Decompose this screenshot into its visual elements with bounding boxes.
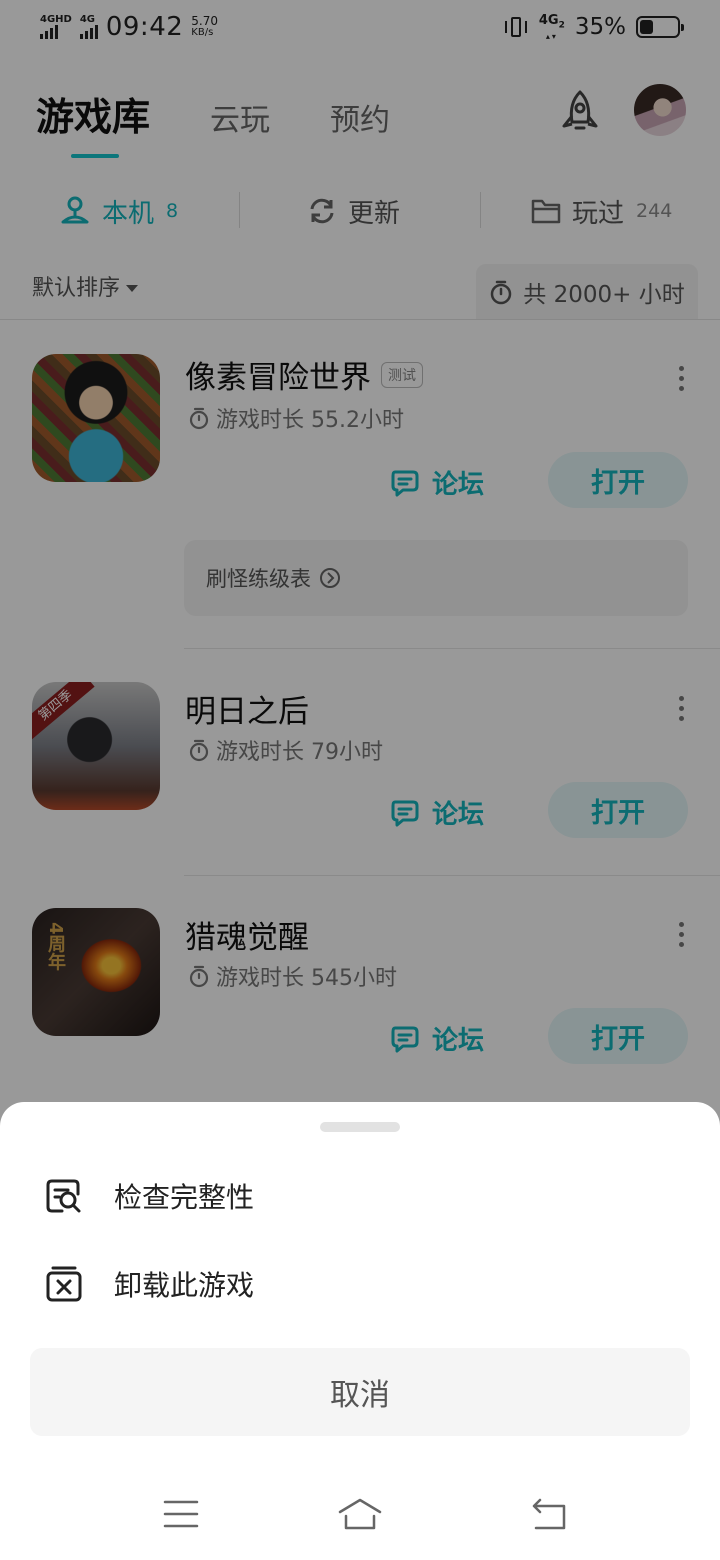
- home-icon[interactable]: [336, 1494, 384, 1534]
- check-integrity-icon: [46, 1179, 81, 1213]
- uninstall-icon: [46, 1266, 82, 1302]
- bottom-sheet: 检查完整性 卸载此游戏 取消: [0, 1102, 720, 1560]
- menu-icon[interactable]: [161, 1494, 201, 1534]
- cancel-button[interactable]: 取消: [30, 1348, 690, 1436]
- drag-handle[interactable]: [320, 1122, 400, 1132]
- system-navbar: [0, 1474, 720, 1554]
- uninstall-option[interactable]: 卸载此游戏: [44, 1254, 254, 1314]
- check-integrity-option[interactable]: 检查完整性: [44, 1166, 254, 1226]
- back-icon[interactable]: [528, 1494, 568, 1534]
